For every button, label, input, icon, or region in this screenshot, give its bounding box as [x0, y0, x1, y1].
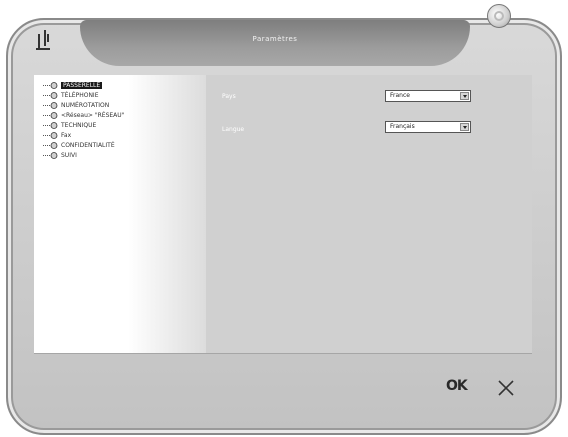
tree-item-label: Fax — [61, 132, 72, 139]
cancel-button[interactable] — [496, 378, 516, 398]
tree-item-confidentialite[interactable]: CONFIDENTIALITÉ — [42, 141, 115, 150]
language-select[interactable]: Français — [385, 121, 471, 133]
close-x-icon — [498, 380, 514, 396]
footer-divider — [34, 353, 532, 354]
window-title: Paramètres — [252, 35, 298, 43]
tree-item-label: TECHNIQUE — [61, 122, 97, 129]
tree-item-label: PASSERELLE — [61, 82, 103, 89]
tree-item-suivi[interactable]: SUIVI — [42, 151, 77, 160]
country-select[interactable]: France — [385, 90, 471, 102]
tree-item-label: SUIVI — [61, 152, 77, 159]
node-icon — [43, 82, 58, 89]
ok-button[interactable]: OK — [446, 378, 468, 394]
chevron-down-icon[interactable] — [460, 123, 469, 131]
close-button[interactable] — [487, 4, 511, 28]
settings-app-icon — [36, 30, 50, 50]
tree-item-fax[interactable]: Fax — [42, 131, 71, 140]
content-panel: PASSERELLE TÉLÉPHONIE NUMÉROTATION <Rése… — [34, 75, 532, 353]
node-icon — [43, 122, 58, 129]
title-bar[interactable] — [80, 20, 470, 66]
node-icon — [43, 92, 58, 99]
node-icon — [43, 152, 58, 159]
node-icon — [43, 142, 58, 149]
close-circle-icon — [494, 11, 504, 21]
tree-item-reseau[interactable]: <Réseau> "RÉSEAU" — [42, 111, 124, 120]
tree-item-telephonie[interactable]: TÉLÉPHONIE — [42, 91, 99, 100]
chevron-down-icon[interactable] — [460, 92, 469, 100]
language-select-value: Français — [390, 123, 415, 130]
tree-item-label: NUMÉROTATION — [61, 102, 110, 109]
tree-item-numerotation[interactable]: NUMÉROTATION — [42, 101, 109, 110]
tree-item-label: TÉLÉPHONIE — [61, 92, 99, 99]
tree-item-label: <Réseau> "RÉSEAU" — [61, 112, 125, 119]
language-label: Langue — [222, 126, 245, 133]
settings-tree: PASSERELLE TÉLÉPHONIE NUMÉROTATION <Rése… — [34, 75, 206, 353]
country-select-value: France — [390, 92, 410, 99]
node-icon — [43, 132, 58, 139]
tree-item-technique[interactable]: TECHNIQUE — [42, 121, 96, 130]
tree-item-label: CONFIDENTIALITÉ — [61, 142, 115, 149]
tree-item-passerelle[interactable]: PASSERELLE — [42, 81, 103, 90]
country-label: Pays — [222, 93, 236, 100]
node-icon — [43, 102, 58, 109]
node-icon — [43, 112, 58, 119]
